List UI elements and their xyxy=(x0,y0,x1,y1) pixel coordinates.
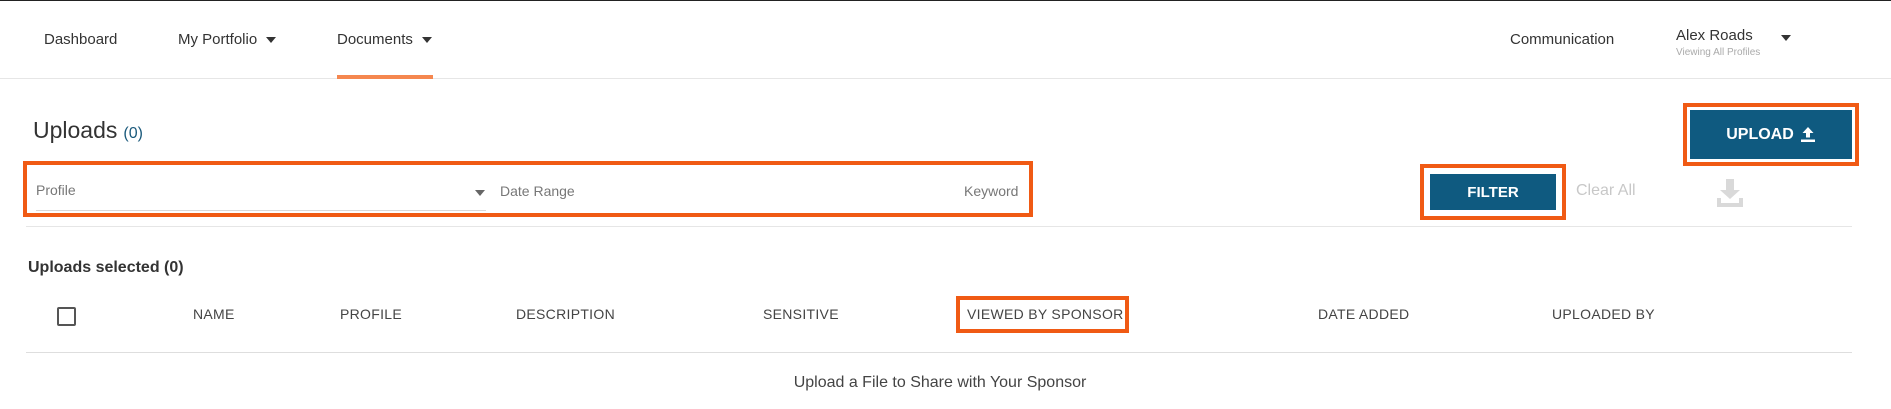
column-profile[interactable]: PROFILE xyxy=(340,306,402,322)
column-name[interactable]: NAME xyxy=(193,306,235,322)
filter-button-label: FILTER xyxy=(1467,183,1519,201)
page-title-text: Uploads xyxy=(33,117,118,143)
top-navigation: Dashboard My Portfolio Documents Communi… xyxy=(0,1,1891,79)
user-menu[interactable]: Alex Roads Viewing All Profiles xyxy=(1676,27,1760,58)
upload-button-label: UPLOAD xyxy=(1726,125,1794,143)
nav-communication[interactable]: Communication xyxy=(1510,1,1614,78)
profile-select-label: Profile xyxy=(36,182,76,198)
keyword-field[interactable]: Keyword xyxy=(964,183,1018,199)
nav-my-portfolio[interactable]: My Portfolio xyxy=(178,1,277,78)
user-subtitle: Viewing All Profiles xyxy=(1676,47,1761,58)
column-description[interactable]: DESCRIPTION xyxy=(516,306,615,322)
uploads-selected-label: Uploads selected (0) xyxy=(28,259,184,276)
select-all-checkbox[interactable] xyxy=(57,307,76,326)
upload-button[interactable]: UPLOAD xyxy=(1690,110,1852,159)
nav-documents[interactable]: Documents xyxy=(337,1,433,79)
nav-dashboard[interactable]: Dashboard xyxy=(44,1,117,78)
column-sensitive[interactable]: SENSITIVE xyxy=(763,306,839,322)
nav-communication-label: Communication xyxy=(1510,31,1615,48)
viewed-by-sponsor-highlight xyxy=(956,296,1129,333)
table-divider xyxy=(26,352,1852,353)
uploads-count: (0) xyxy=(123,125,143,142)
profile-underline xyxy=(36,210,486,211)
user-caret-down-icon[interactable] xyxy=(1781,35,1791,41)
date-range-field[interactable]: Date Range xyxy=(500,183,575,199)
page-title: Uploads (0) xyxy=(33,117,143,144)
download-icon[interactable] xyxy=(1715,178,1745,208)
nav-portfolio-label: My Portfolio xyxy=(178,31,258,48)
clear-all-link[interactable]: Clear All xyxy=(1576,182,1636,200)
filter-divider xyxy=(26,226,1852,227)
filter-button[interactable]: FILTER xyxy=(1430,174,1556,210)
upload-icon xyxy=(1800,127,1815,142)
column-date-added[interactable]: DATE ADDED xyxy=(1318,306,1409,322)
caret-down-icon xyxy=(266,36,277,43)
column-uploaded-by[interactable]: UPLOADED BY xyxy=(1552,306,1655,322)
caret-down-icon xyxy=(475,190,485,196)
empty-state-message: Upload a File to Share with Your Sponsor xyxy=(793,374,1087,391)
nav-documents-label: Documents xyxy=(337,31,413,48)
user-name: Alex Roads xyxy=(1676,27,1753,44)
caret-down-icon xyxy=(421,36,432,43)
nav-dashboard-label: Dashboard xyxy=(44,31,118,48)
